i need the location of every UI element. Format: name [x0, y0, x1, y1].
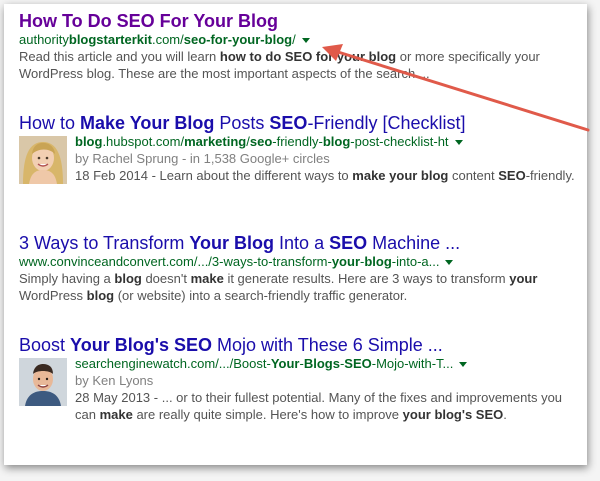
search-result-2: How to Make Your Blog Posts SEO-Friendly… [19, 112, 577, 184]
result-1-title[interactable]: How To Do SEO For Your Blog [19, 10, 577, 32]
author-avatar[interactable] [19, 358, 67, 406]
result-3-title[interactable]: 3 Ways to Transform Your Blog Into a SEO… [19, 232, 577, 254]
result-4-snippet: 28 May 2013 - ... or to their fullest po… [75, 390, 563, 422]
caret-down-icon[interactable] [454, 140, 463, 146]
search-result-1: How To Do SEO For Your Blog authorityblo… [19, 10, 577, 82]
caret-down-icon[interactable] [301, 38, 310, 44]
author-avatar[interactable] [19, 136, 67, 184]
result-1-snippet: Read this article and you will learn how… [19, 49, 540, 81]
search-results-panel: How To Do SEO For Your Blog authorityblo… [4, 4, 587, 465]
result-2-title[interactable]: How to Make Your Blog Posts SEO-Friendly… [19, 112, 577, 134]
result-4-title[interactable]: Boost Your Blog's SEO Mojo with These 6 … [19, 334, 577, 356]
result-2-url[interactable]: blog.hubspot.com/marketing/seo-friendly-… [75, 134, 577, 150]
search-result-3: 3 Ways to Transform Your Blog Into a SEO… [19, 232, 577, 304]
result-2-snippet: 18 Feb 2014 - Learn about the different … [75, 168, 575, 183]
result-1-url[interactable]: authorityblogstarterkit.com/seo-for-your… [19, 32, 577, 48]
result-3-url[interactable]: www.convinceandconvert.com/.../3-ways-to… [19, 254, 577, 270]
search-result-4: Boost Your Blog's SEO Mojo with These 6 … [19, 334, 577, 423]
result-4-url[interactable]: searchenginewatch.com/.../Boost-Your-Blo… [75, 356, 577, 372]
result-2-author: by Rachel Sprung - in 1,538 Google+ circ… [75, 151, 330, 166]
caret-down-icon[interactable] [459, 362, 468, 368]
result-4-author: by Ken Lyons [75, 373, 154, 388]
caret-down-icon[interactable] [445, 260, 454, 266]
result-3-snippet: Simply having a blog doesn't make it gen… [19, 271, 538, 303]
